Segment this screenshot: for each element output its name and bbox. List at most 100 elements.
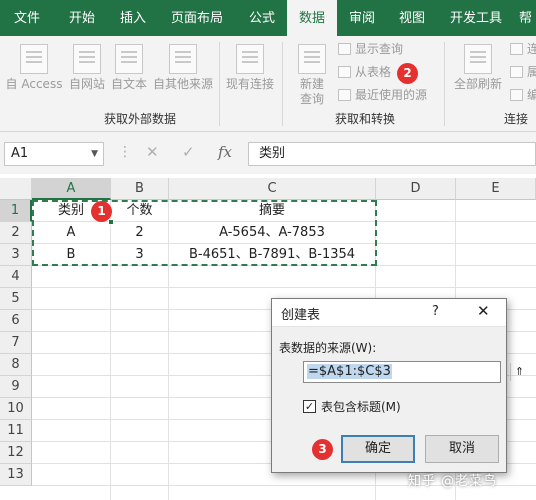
row-header-6[interactable]: 6 (0, 310, 32, 332)
show-queries-label: 显示查询 (355, 42, 404, 56)
edit-links-label: 编 (527, 88, 536, 102)
column-header-d[interactable]: D (376, 178, 456, 200)
tab-insert[interactable]: 插入 (110, 0, 156, 36)
edit-links-icon (510, 89, 523, 101)
group-label-connections: 连接 (503, 112, 528, 126)
name-box-value: A1 (11, 146, 29, 161)
new-query-label-line2: 查询 (299, 92, 324, 106)
step-badge-2: 2 (397, 63, 418, 84)
collapse-dialog-icon[interactable]: ⇑ (510, 363, 528, 381)
existing-connections-button[interactable]: 现有连接 (222, 44, 278, 92)
recent-sources-label: 最近使用的源 (355, 88, 428, 102)
tab-page-layout[interactable]: 页面布局 (156, 0, 238, 36)
ribbon: 自 Access 自网站 自文本 自其他来源 现有连接 获取外部数据 新建 查询… (0, 36, 536, 132)
existing-connections-label: 现有连接 (225, 77, 274, 91)
refresh-all-label: 全部刷新 (453, 77, 502, 91)
watermark: 知乎 @老菜鸟 (408, 474, 498, 489)
show-queries-button[interactable]: 显示查询 (338, 40, 403, 58)
ok-button[interactable]: 确定 (341, 435, 415, 463)
select-all-corner[interactable] (0, 178, 32, 200)
from-text-label: 自文本 (110, 77, 147, 91)
source-label: 表数据的来源(W): (279, 341, 377, 355)
connections-icon (236, 44, 264, 74)
row-header-11[interactable]: 11 (0, 420, 32, 442)
cancel-icon[interactable]: ✕ (146, 143, 159, 161)
other-sources-icon (169, 44, 197, 74)
row-header-5[interactable]: 5 (0, 288, 32, 310)
has-headers-checkbox[interactable]: ✓ (303, 400, 316, 413)
recent-sources-icon (338, 89, 351, 101)
group-separator (282, 42, 283, 126)
row-header-1[interactable]: 1 (0, 200, 32, 222)
name-box[interactable]: A1 ▼ (4, 142, 104, 166)
row-header-2[interactable]: 2 (0, 222, 32, 244)
tab-help[interactable]: 帮 (515, 0, 536, 36)
from-other-sources-button[interactable]: 自其他来源 (150, 44, 216, 92)
column-header-c[interactable]: C (169, 178, 376, 200)
ribbon-tab-bar: 文件 开始 插入 页面布局 公式 数据 审阅 视图 开发工具 帮 (0, 0, 536, 38)
column-header-e[interactable]: E (456, 178, 536, 200)
row-header-9[interactable]: 9 (0, 376, 32, 398)
from-table-button[interactable]: 从表格 (338, 63, 391, 81)
from-web-button[interactable]: 自网站 (66, 44, 108, 92)
dialog-title: 创建表 (281, 308, 321, 323)
insert-function-icon[interactable]: fx (218, 143, 232, 161)
formula-bar: A1 ▼ ⋮ ✕ ✓ fx 类别 (0, 132, 536, 174)
row-header-4[interactable]: 4 (0, 266, 32, 288)
connections-small-button[interactable]: 连 (510, 40, 536, 58)
column-header-a[interactable]: A (32, 178, 111, 200)
link-icon (510, 43, 523, 55)
create-table-dialog: 创建表 ? ✕ 表数据的来源(W): =$A$1:$C$3 ⇑ ✓ 表包含标题(… (271, 298, 524, 473)
row-header-3[interactable]: 3 (0, 244, 32, 266)
enter-icon[interactable]: ✓ (182, 143, 195, 161)
column-header-b[interactable]: B (111, 178, 169, 200)
database-icon (298, 44, 326, 74)
connections-small-label: 连 (527, 42, 536, 56)
cancel-button[interactable]: 取消 (425, 435, 499, 463)
range-value: =$A$1:$C$3 (307, 364, 392, 379)
tab-review[interactable]: 审阅 (337, 0, 387, 36)
row-header-7[interactable]: 7 (0, 332, 32, 354)
formula-input[interactable]: 类别 (248, 142, 536, 166)
row-header-10[interactable]: 10 (0, 398, 32, 420)
query-icon (338, 43, 351, 55)
drag-handle-icon[interactable]: ⋮ (118, 144, 132, 160)
text-file-icon (115, 44, 143, 74)
table-icon (338, 66, 351, 78)
close-icon[interactable]: ✕ (477, 302, 490, 320)
from-table-label: 从表格 (355, 65, 392, 79)
from-access-button[interactable]: 自 Access (4, 44, 64, 92)
new-query-label: 新建 (299, 77, 324, 91)
properties-button[interactable]: 属 (510, 63, 536, 81)
from-other-sources-label: 自其他来源 (152, 77, 213, 91)
new-query-button[interactable]: 新建 查询 (290, 44, 334, 107)
properties-label: 属 (527, 65, 536, 79)
group-label-external-data: 获取外部数据 (103, 112, 176, 126)
web-icon (73, 44, 101, 74)
has-headers-label[interactable]: 表包含标题(M) (321, 398, 401, 415)
edit-links-button[interactable]: 编 (510, 86, 536, 104)
access-icon (20, 44, 48, 74)
row-header-8[interactable]: 8 (0, 354, 32, 376)
help-icon[interactable]: ? (432, 304, 439, 319)
tab-home[interactable]: 开始 (54, 0, 110, 36)
from-access-label: 自 Access (5, 77, 63, 91)
tab-view[interactable]: 视图 (387, 0, 437, 36)
properties-icon (510, 66, 523, 78)
range-input[interactable]: =$A$1:$C$3 ⇑ (303, 361, 524, 383)
tab-file[interactable]: 文件 (0, 0, 54, 36)
refresh-all-button[interactable]: 全部刷新 (450, 44, 506, 92)
tab-data[interactable]: 数据 (287, 0, 337, 38)
group-separator (444, 42, 445, 126)
fill-handle[interactable] (108, 219, 114, 225)
recent-sources-button[interactable]: 最近使用的源 (338, 86, 427, 104)
from-text-button[interactable]: 自文本 (108, 44, 150, 92)
step-badge-1: 1 (91, 201, 112, 222)
tab-developer[interactable]: 开发工具 (437, 0, 515, 36)
tab-formulas[interactable]: 公式 (238, 0, 286, 36)
row-header-12[interactable]: 12 (0, 442, 32, 464)
chevron-down-icon[interactable]: ▼ (91, 143, 98, 165)
group-label-get-transform: 获取和转换 (334, 112, 395, 126)
dialog-title-bar[interactable]: 创建表 ? ✕ (272, 299, 506, 327)
row-header-13[interactable]: 13 (0, 464, 32, 486)
